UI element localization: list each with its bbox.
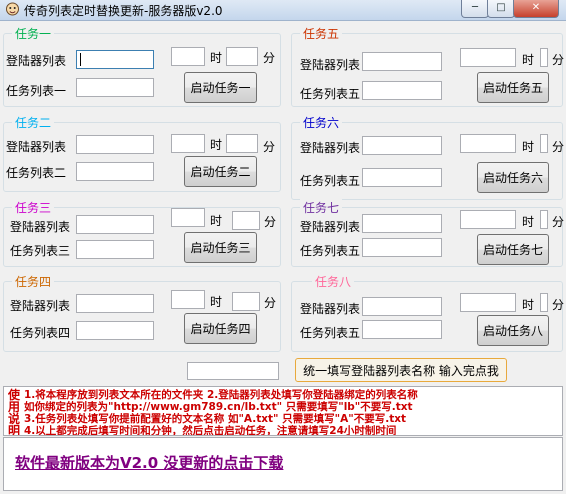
task-1-hour-input[interactable] [171, 47, 205, 66]
unified-fill-button[interactable]: 统一填写登陆器列表名称 输入完点我 [295, 358, 507, 382]
task-4-minute-label: 分 [264, 296, 277, 310]
text-caret [80, 53, 81, 66]
maximize-button[interactable]: □ [487, 0, 515, 18]
task-6-hour-input[interactable] [460, 134, 516, 153]
task-4-hour-input[interactable] [171, 290, 205, 309]
task-6-task-list-input[interactable] [362, 168, 442, 187]
task-8-hour-label: 时 [522, 298, 535, 312]
window-title: 传奇列表定时替换更新-服务器版v2.0 [24, 4, 223, 18]
start-task-5-button[interactable]: 启动任务五 [477, 72, 549, 103]
task-6-hour-label: 时 [522, 140, 535, 154]
instruction-line-3: 3.任务列表处填写你提前配置好的文本名称 如"A.txt" 只需要填写"A"不要… [24, 413, 407, 425]
task-5-server-list-input[interactable] [362, 52, 442, 71]
task-4-server-list-input[interactable] [76, 294, 154, 313]
task-4-hour-label: 时 [210, 295, 223, 309]
close-button[interactable]: ✕ [513, 0, 559, 18]
app-icon [6, 2, 19, 16]
instruction-line-4: 4.以上都完成后填写时间和分钟，然后点击启动任务，注意请填写24小时制时间 [24, 425, 397, 436]
task-8-task-list-input[interactable] [362, 320, 442, 339]
task-8-server-list-label: 登陆器列表 [300, 302, 361, 316]
task-4-task-list-label: 任务列表四 [10, 326, 71, 340]
task-5-server-list-label: 登陆器列表 [300, 58, 361, 72]
start-task-6-button[interactable]: 启动任务六 [477, 162, 549, 193]
task-8-hour-input[interactable] [460, 293, 516, 312]
task-2-server-list-input[interactable] [76, 135, 154, 154]
task-1-task-list-input[interactable] [76, 78, 154, 97]
task-6-title: 任务六 [300, 114, 343, 131]
task-1-server-list-input[interactable] [76, 50, 154, 69]
task-5-task-list-label: 任务列表五 [300, 87, 361, 101]
task-1-task-list-label: 任务列表一 [6, 84, 67, 98]
start-task-1-button[interactable]: 启动任务一 [184, 72, 257, 103]
instruction-line-2: 如你绑定的列表为"http://www.gm789.cn/lb.txt" 只需要… [24, 401, 413, 413]
update-panel: 软件最新版本为V2.0 没更新的点击下载 [3, 437, 563, 491]
task-5-task-list-input[interactable] [362, 81, 442, 100]
task-7-task-list-input[interactable] [362, 238, 442, 257]
task-7-hour-label: 时 [522, 215, 535, 229]
task-2-task-list-label: 任务列表二 [6, 166, 67, 180]
unified-list-name-input[interactable] [187, 362, 279, 380]
task-7-task-list-label: 任务列表五 [300, 244, 361, 258]
task-5-hour-label: 时 [522, 53, 535, 67]
task-1-hour-label: 时 [210, 51, 223, 65]
update-download-link[interactable]: 软件最新版本为V2.0 没更新的点击下载 [15, 452, 283, 473]
task-3-minute-input[interactable] [232, 211, 260, 230]
task-1-minute-label: 分 [263, 51, 276, 65]
task-6-task-list-label: 任务列表五 [300, 174, 361, 188]
instructions-panel: 使 用 说 明 1.将本程序放到列表文本所在的文件夹 2.登陆器列表处填写你登陆… [3, 386, 563, 436]
task-2-hour-label: 时 [210, 138, 223, 152]
task-4-server-list-label: 登陆器列表 [10, 299, 71, 313]
task-2-hour-input[interactable] [171, 134, 205, 153]
task-7-minute-label: 分 [552, 215, 565, 229]
task-8-title: 任务八 [312, 273, 355, 290]
task-3-server-list-input[interactable] [76, 215, 154, 234]
instructions-side-label: 使 用 说 明 [8, 389, 21, 436]
task-1-minute-input[interactable] [226, 47, 258, 66]
task-3-title: 任务三 [12, 199, 55, 216]
task-6-server-list-label: 登陆器列表 [300, 141, 361, 155]
start-task-2-button[interactable]: 启动任务二 [184, 156, 257, 187]
instructions-side-char: 明 [8, 424, 21, 436]
task-5-minute-label: 分 [552, 53, 565, 67]
task-8-server-list-input[interactable] [362, 297, 442, 316]
task-3-task-list-input[interactable] [76, 240, 154, 259]
task-3-minute-label: 分 [264, 215, 277, 229]
task-2-title: 任务二 [12, 114, 55, 131]
task-2-task-list-input[interactable] [76, 162, 154, 181]
instruction-line-1: 1.将本程序放到列表文本所在的文件夹 2.登陆器列表处填写你登陆器绑定的列表名称 [24, 389, 418, 401]
task-3-hour-label: 时 [210, 214, 223, 228]
start-task-3-button[interactable]: 启动任务三 [184, 232, 257, 263]
task-7-title: 任务七 [300, 199, 343, 216]
start-task-4-button[interactable]: 启动任务四 [184, 313, 257, 344]
start-task-7-button[interactable]: 启动任务七 [477, 234, 549, 265]
minimize-button[interactable]: ─ [461, 0, 489, 18]
task-3-server-list-label: 登陆器列表 [10, 220, 71, 234]
task-2-minute-label: 分 [263, 140, 276, 154]
task-7-minute-input[interactable] [540, 210, 548, 229]
app-window: 传奇列表定时替换更新-服务器版v2.0 ─ □ ✕ 任务一 登陆器列表 时 分 … [0, 0, 566, 494]
task-8-minute-input[interactable] [540, 293, 548, 312]
task-7-server-list-label: 登陆器列表 [300, 220, 361, 234]
title-bar: 传奇列表定时替换更新-服务器版v2.0 ─ □ ✕ [0, 0, 566, 21]
task-5-title: 任务五 [300, 25, 343, 42]
task-4-task-list-input[interactable] [76, 321, 154, 340]
task-6-minute-label: 分 [552, 140, 565, 154]
task-5-hour-input[interactable] [460, 48, 516, 67]
task-4-minute-input[interactable] [232, 292, 260, 311]
task-3-hour-input[interactable] [171, 208, 205, 227]
task-2-minute-input[interactable] [226, 134, 258, 153]
task-6-minute-input[interactable] [540, 134, 548, 153]
task-1-title: 任务一 [12, 25, 55, 42]
task-7-server-list-input[interactable] [362, 214, 442, 233]
start-task-8-button[interactable]: 启动任务八 [477, 315, 549, 346]
task-6-server-list-input[interactable] [362, 136, 442, 155]
task-3-task-list-label: 任务列表三 [10, 244, 71, 258]
task-1-server-list-label: 登陆器列表 [6, 54, 67, 68]
task-7-hour-input[interactable] [460, 210, 516, 229]
task-8-minute-label: 分 [552, 298, 565, 312]
task-8-task-list-label: 任务列表五 [300, 326, 361, 340]
task-4-title: 任务四 [12, 273, 55, 290]
task-2-server-list-label: 登陆器列表 [6, 140, 67, 154]
task-5-minute-input[interactable] [540, 48, 548, 67]
